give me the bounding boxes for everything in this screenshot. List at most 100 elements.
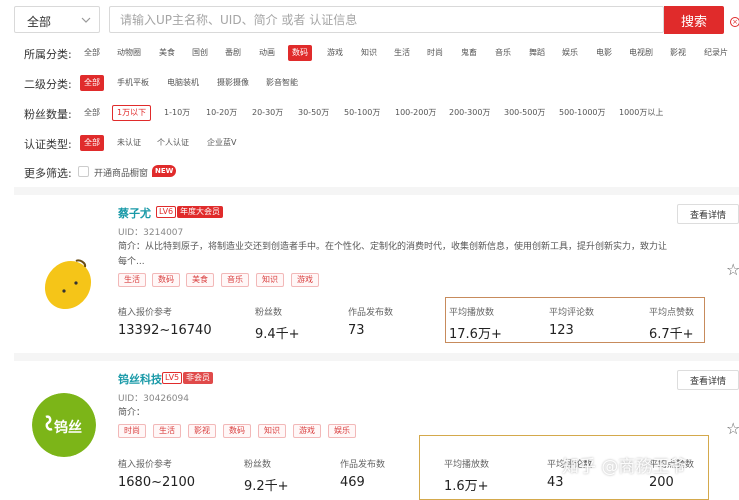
verify-option[interactable]: 企业蓝V: [203, 135, 240, 151]
stat-label: 粉丝数: [255, 308, 283, 318]
intro-line: 每个...: [118, 257, 145, 267]
search-input[interactable]: [109, 6, 664, 33]
fans-option[interactable]: 50-100万: [340, 105, 384, 121]
fans-option[interactable]: 200-300万: [445, 105, 494, 121]
intro-text: 简介：从比特到原子，将制造业交还到创造者手中。在个性化、定制化的消费时代，收集创…: [118, 240, 708, 270]
tag[interactable]: 生活: [118, 273, 146, 287]
up-name[interactable]: 钨丝科技: [118, 371, 162, 387]
fans-option[interactable]: 500-1000万: [555, 105, 610, 121]
fans-option[interactable]: 30-50万: [294, 105, 333, 121]
fans-option[interactable]: 300-500万: [500, 105, 549, 121]
fans-option[interactable]: 1000万以上: [615, 105, 667, 121]
level-badge: LV5: [162, 372, 183, 384]
tag[interactable]: 音乐: [221, 273, 249, 287]
uid-text: UID：30426094: [118, 394, 189, 404]
subcategory-option[interactable]: 电脑装机: [163, 75, 203, 91]
scope-value: 全部: [27, 15, 52, 29]
stat-label: 粉丝数: [244, 460, 272, 470]
tag[interactable]: 游戏: [291, 273, 319, 287]
verify-option[interactable]: 个人认证: [153, 135, 193, 151]
verify-option[interactable]: 未认证: [113, 135, 145, 151]
tag[interactable]: 数码: [223, 424, 251, 438]
star-icon[interactable]: ☆: [726, 419, 739, 438]
filter-category: 所属分类: 全部 动物圈 美食 国创 番剧 动画 数码 游戏 知识 生活 时尚 …: [24, 43, 739, 63]
category-option[interactable]: 电影: [592, 45, 616, 61]
category-option[interactable]: 音乐: [491, 45, 515, 61]
watermark: 知乎 @商務王爷: [562, 457, 687, 477]
close-icon: ×: [730, 17, 739, 27]
category-option[interactable]: 舞蹈: [525, 45, 549, 61]
category-option[interactable]: 生活: [390, 45, 414, 61]
verify-option-selected[interactable]: 全部: [80, 135, 104, 151]
view-detail-button[interactable]: 查看详情: [677, 204, 739, 224]
search-button[interactable]: 搜索: [664, 6, 724, 34]
category-option[interactable]: 知识: [357, 45, 381, 61]
stat-value: 73: [348, 323, 365, 338]
stat-value: 13392~16740: [118, 323, 212, 338]
stat-label: 作品发布数: [348, 308, 394, 318]
stat-value: 43: [547, 475, 564, 490]
category-option[interactable]: 娱乐: [558, 45, 582, 61]
category-option[interactable]: 国创: [188, 45, 212, 61]
stat-label: 平均播放数: [449, 308, 495, 318]
filter-subcategory: 二级分类: 全部 手机平板 电脑装机 摄影摄像 影音智能: [24, 73, 424, 93]
shop-window-label: 开通商品橱窗: [94, 169, 149, 179]
star-icon[interactable]: ☆: [726, 260, 739, 279]
up-card: 钨丝 钨丝科技 LV5 非会员 查看详情 UID：30426094 简介： 时尚…: [14, 361, 739, 500]
category-option[interactable]: 美食: [155, 45, 179, 61]
tag[interactable]: 知识: [256, 273, 284, 287]
fans-option[interactable]: 1-10万: [160, 105, 194, 121]
logo-text: 钨丝: [54, 420, 82, 436]
fans-option[interactable]: 20-30万: [248, 105, 287, 121]
membership-badge: 年度大会员: [177, 206, 223, 218]
tag[interactable]: 游戏: [293, 424, 321, 438]
tag[interactable]: 美食: [186, 273, 214, 287]
subcategory-option[interactable]: 摄影摄像: [213, 75, 253, 91]
category-option[interactable]: 鬼畜: [457, 45, 481, 61]
stat-value: 469: [340, 475, 365, 490]
uid-text: UID：3214007: [118, 228, 184, 238]
scope-select[interactable]: 全部: [14, 6, 100, 33]
subcategory-option-selected[interactable]: 全部: [80, 75, 104, 91]
category-option[interactable]: 动物圈: [113, 45, 145, 61]
up-card: 蔡子尤 LV6 年度大会员 查看详情 UID：3214007 简介：从比特到原子…: [14, 195, 739, 353]
filter-more: 更多筛选: 开通商品橱窗 NEW: [24, 162, 224, 182]
tag[interactable]: 影视: [188, 424, 216, 438]
stat-value: 6.7千+: [649, 327, 694, 342]
shop-window-checkbox[interactable]: [78, 166, 89, 177]
chevron-down-icon: [81, 17, 91, 23]
stat-label: 作品发布数: [340, 460, 386, 470]
subcategory-option[interactable]: 手机平板: [113, 75, 153, 91]
category-option[interactable]: 游戏: [323, 45, 347, 61]
filter-category-label: 所属分类:: [24, 48, 72, 61]
category-option[interactable]: 动画: [255, 45, 279, 61]
fans-option-selected[interactable]: 1万以下: [112, 105, 152, 121]
stat-label: 平均评论数: [549, 308, 595, 318]
stat-label: 植入报价参考: [118, 460, 173, 470]
subcategory-option[interactable]: 影音智能: [262, 75, 302, 91]
tag[interactable]: 数码: [152, 273, 180, 287]
stat-label: 平均点赞数: [649, 308, 695, 318]
category-option-selected[interactable]: 数码: [288, 45, 312, 61]
stat-value: 123: [549, 323, 574, 338]
category-option[interactable]: 纪录片: [700, 45, 732, 61]
tag[interactable]: 时尚: [118, 424, 146, 438]
tag[interactable]: 娱乐: [328, 424, 356, 438]
category-option[interactable]: 番剧: [221, 45, 245, 61]
clear-button[interactable]: ×清: [730, 12, 739, 28]
fans-option[interactable]: 10-20万: [202, 105, 241, 121]
category-option[interactable]: 电视剧: [625, 45, 657, 61]
tag[interactable]: 知识: [258, 424, 286, 438]
category-option[interactable]: 时尚: [423, 45, 447, 61]
search-bar: 全部 搜索 ×清: [14, 6, 739, 34]
filter-more-label: 更多筛选:: [24, 167, 72, 180]
fans-option[interactable]: 100-200万: [391, 105, 440, 121]
category-option[interactable]: 影视: [666, 45, 690, 61]
view-detail-button[interactable]: 查看详情: [677, 370, 739, 390]
category-option[interactable]: 全部: [80, 45, 104, 61]
fans-option[interactable]: 全部: [80, 105, 104, 121]
tag[interactable]: 生活: [153, 424, 181, 438]
up-name[interactable]: 蔡子尤: [118, 205, 151, 221]
level-badge: LV6: [156, 206, 177, 218]
stat-label: 平均播放数: [444, 460, 490, 470]
